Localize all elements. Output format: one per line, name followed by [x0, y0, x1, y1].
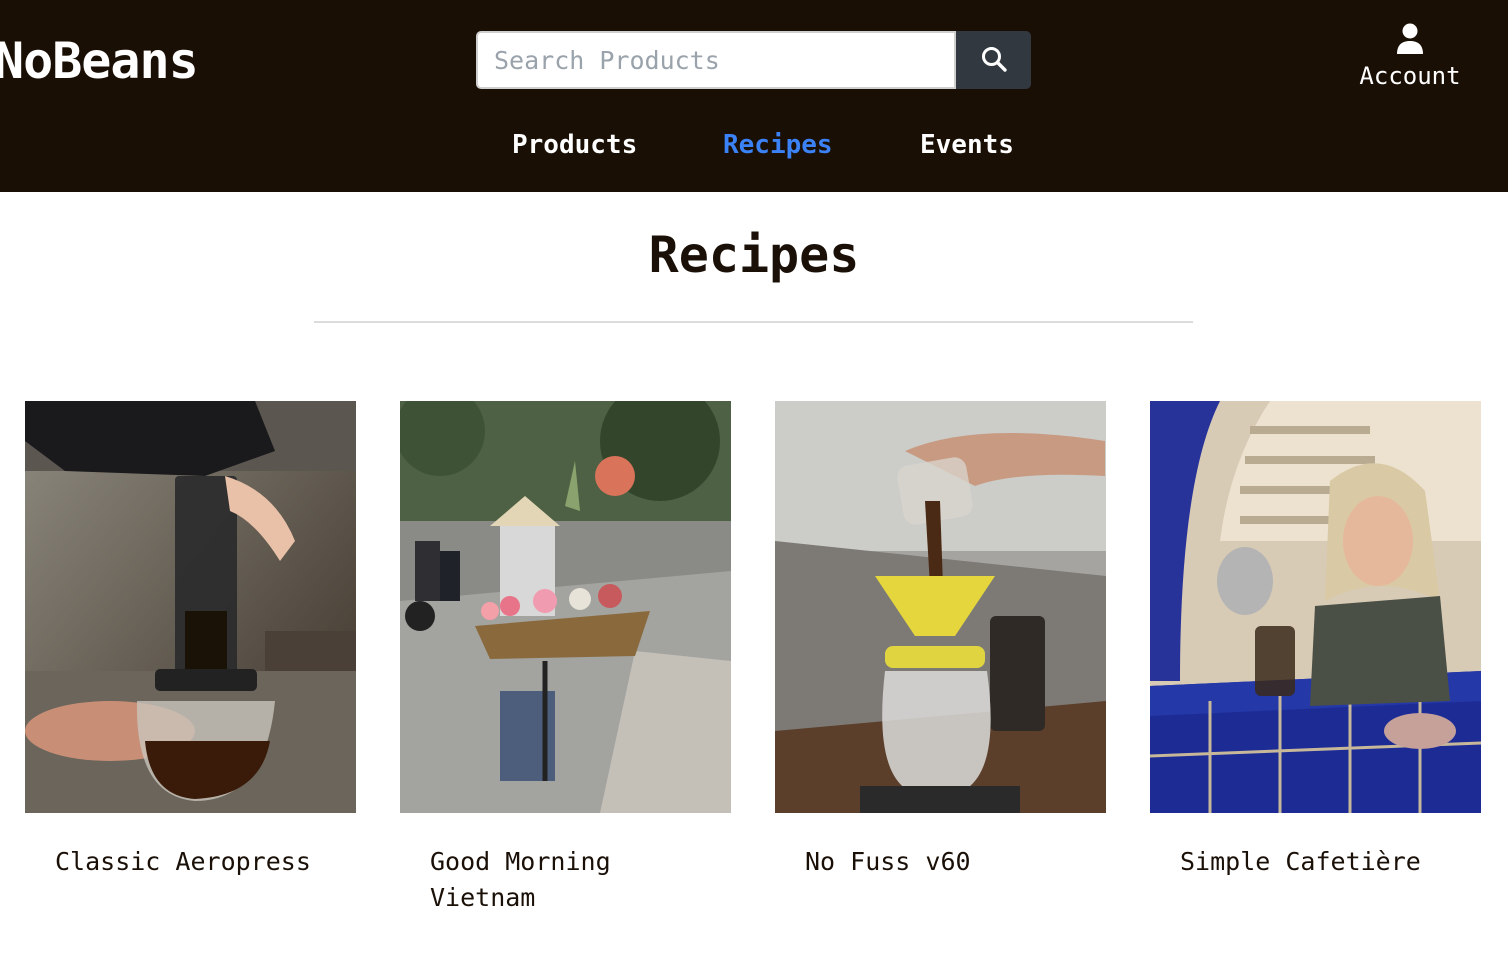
- recipe-title[interactable]: Simple Cafetière: [1180, 844, 1450, 880]
- user-icon: [1346, 22, 1474, 60]
- recipe-title[interactable]: Good Morning Vietnam: [430, 844, 700, 916]
- search-form: [476, 31, 1031, 89]
- recipe-image-aeropress[interactable]: [25, 401, 356, 813]
- main-nav: Products Recipes Events: [0, 130, 1508, 174]
- recipe-title[interactable]: Classic Aeropress: [55, 844, 325, 880]
- search-icon: [980, 45, 1008, 76]
- page-title: Recipes: [648, 226, 860, 284]
- account-link[interactable]: Account: [1346, 22, 1474, 98]
- search-button[interactable]: [956, 31, 1031, 89]
- search-input[interactable]: [476, 31, 956, 89]
- recipe-image-vietnam[interactable]: [400, 401, 731, 813]
- recipe-card-simple-cafetiere[interactable]: Simple Cafetière: [1150, 401, 1481, 876]
- recipe-image-cafetiere[interactable]: [1150, 401, 1481, 813]
- nav-item-products[interactable]: Products: [512, 130, 637, 160]
- recipe-image-v60[interactable]: [775, 401, 1106, 813]
- account-label: Account: [1359, 62, 1461, 90]
- recipe-card-classic-aeropress[interactable]: Classic Aeropress: [25, 401, 356, 876]
- site-logo[interactable]: NoBeans: [0, 32, 199, 90]
- recipe-card-good-morning-vietnam[interactable]: Good Morning Vietnam: [400, 401, 731, 912]
- title-divider: [314, 321, 1193, 323]
- recipe-card-no-fuss-v60[interactable]: No Fuss v60: [775, 401, 1106, 876]
- site-header: NoBeans Account Products Recipes Events: [0, 0, 1508, 192]
- nav-item-recipes[interactable]: Recipes: [723, 130, 833, 160]
- nav-item-events[interactable]: Events: [920, 130, 1014, 160]
- recipe-title[interactable]: No Fuss v60: [805, 844, 1075, 880]
